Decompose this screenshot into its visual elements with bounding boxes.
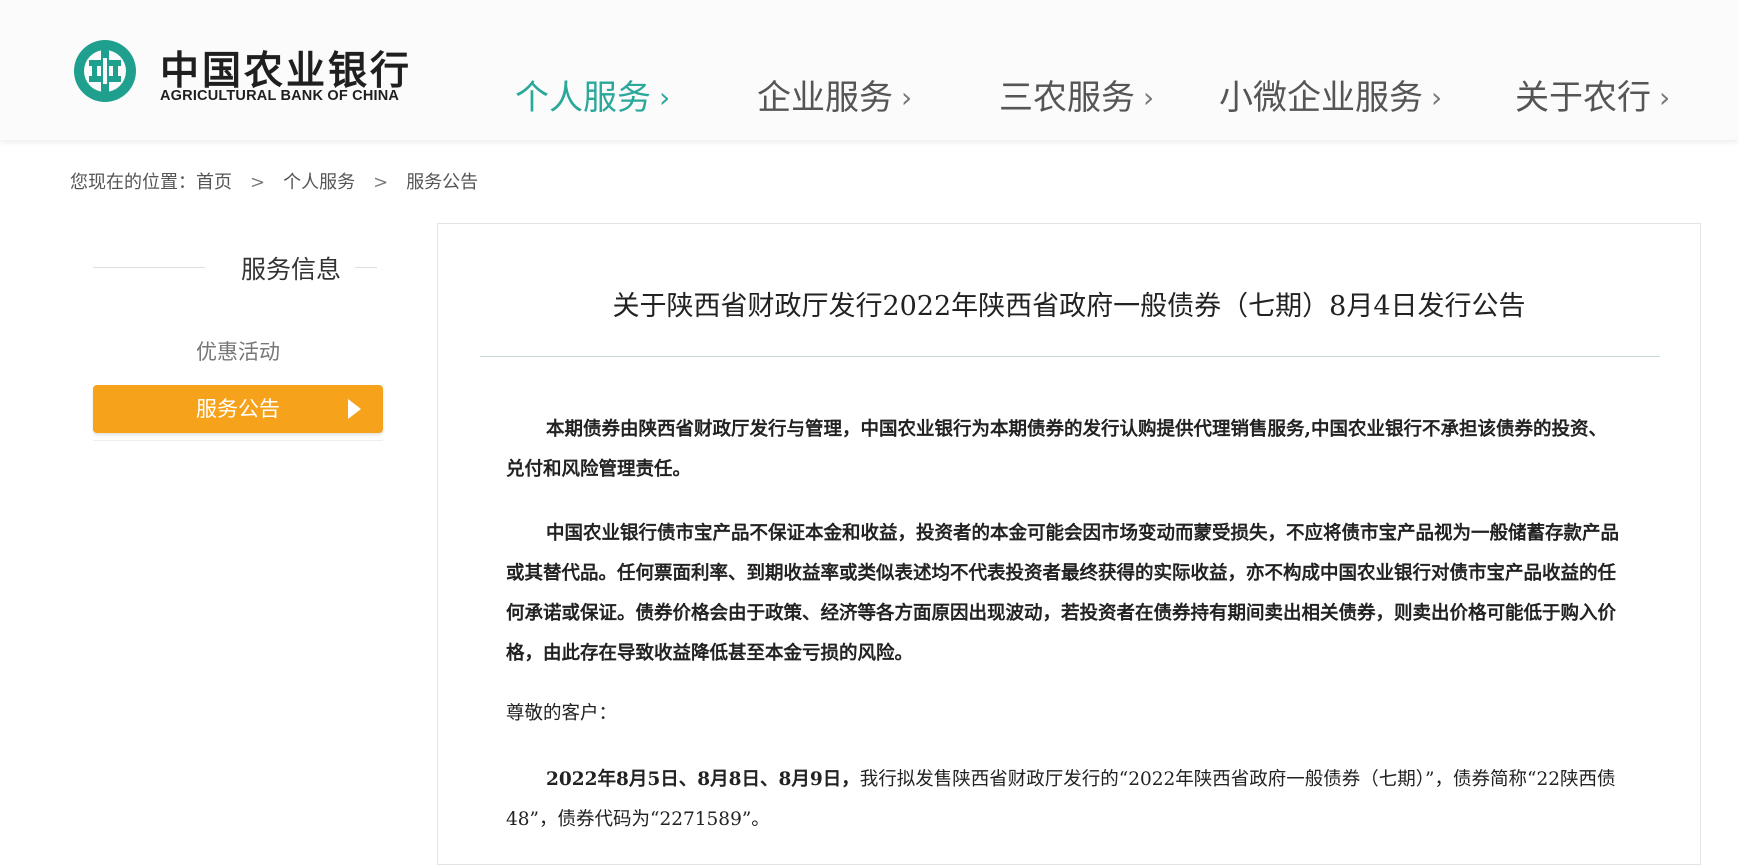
breadcrumb-separator: > bbox=[250, 172, 266, 193]
chevron-right-icon: › bbox=[1143, 81, 1155, 114]
nav-item-corporate[interactable]: 企业服务 › bbox=[757, 70, 912, 119]
article-date-range: 2022年8月5日、8月8日、8月9日， bbox=[546, 769, 860, 790]
chevron-right-icon: › bbox=[1431, 81, 1443, 114]
nav-item-label: 企业服务 bbox=[757, 78, 893, 118]
article-greeting: 尊敬的客户： bbox=[506, 703, 618, 724]
breadcrumb-personal-link[interactable]: 个人服务 bbox=[283, 172, 355, 193]
nav-item-label: 三农服务 bbox=[999, 78, 1135, 118]
nav-item-label: 个人服务 bbox=[515, 78, 651, 118]
breadcrumb-prefix: 您现在的位置： bbox=[70, 172, 196, 193]
logo-text-en: AGRICULTURAL BANK OF CHINA bbox=[160, 88, 400, 104]
sidebar-title: 服务信息 bbox=[241, 255, 342, 284]
divider bbox=[355, 267, 377, 268]
chevron-right-icon: › bbox=[659, 81, 671, 114]
sidebar-item-announcements[interactable]: 服务公告 bbox=[93, 385, 383, 433]
play-arrow-icon bbox=[348, 399, 361, 419]
nav-item-label: 小微企业服务 bbox=[1219, 78, 1423, 118]
nav-item-label: 关于农行 bbox=[1515, 78, 1651, 118]
breadcrumb-separator: > bbox=[373, 172, 389, 193]
article-title: 关于陕西省财政厅发行2022年陕西省政府一般债券（七期）8月4日发行公告 bbox=[612, 291, 1526, 322]
divider bbox=[480, 356, 1660, 357]
nav-item-about[interactable]: 关于农行 › bbox=[1515, 70, 1670, 119]
sidebar-item-label: 服务公告 bbox=[196, 397, 280, 421]
breadcrumb: 您现在的位置：首页 > 个人服务 > 服务公告 bbox=[70, 168, 478, 194]
divider bbox=[93, 267, 205, 268]
article-paragraph: 本期债券由陕西省财政厅发行与管理，中国农业银行为本期债券的发行认购提供代理销售服… bbox=[506, 419, 1607, 480]
nav-item-small-business[interactable]: 小微企业服务 › bbox=[1219, 70, 1442, 119]
sidebar-item-promotions[interactable]: 优惠活动 bbox=[93, 336, 383, 366]
breadcrumb-home-link[interactable]: 首页 bbox=[196, 172, 232, 193]
nav-item-rural[interactable]: 三农服务 › bbox=[999, 70, 1154, 119]
nav-item-personal[interactable]: 个人服务 › bbox=[515, 70, 670, 119]
divider bbox=[93, 440, 383, 441]
breadcrumb-current[interactable]: 服务公告 bbox=[406, 172, 478, 193]
article-paragraph: 中国农业银行债市宝产品不保证本金和收益，投资者的本金可能会因市场变动而蒙受损失，… bbox=[506, 523, 1620, 664]
article-panel: 关于陕西省财政厅发行2022年陕西省政府一般债券（七期）8月4日发行公告 本期债… bbox=[437, 223, 1701, 865]
chevron-right-icon: › bbox=[1659, 81, 1671, 114]
site-header: 中国农业银行 AGRICULTURAL BANK OF CHINA 个人服务 › … bbox=[0, 0, 1739, 140]
bank-logo[interactable]: 中国农业银行 AGRICULTURAL BANK OF CHINA bbox=[72, 38, 432, 110]
article-paragraph: 2022年8月5日、8月8日、8月9日，我行拟发售陕西省财政厅发行的“2022年… bbox=[506, 760, 1622, 840]
chevron-right-icon: › bbox=[901, 81, 913, 114]
abc-logo-icon bbox=[74, 40, 136, 102]
